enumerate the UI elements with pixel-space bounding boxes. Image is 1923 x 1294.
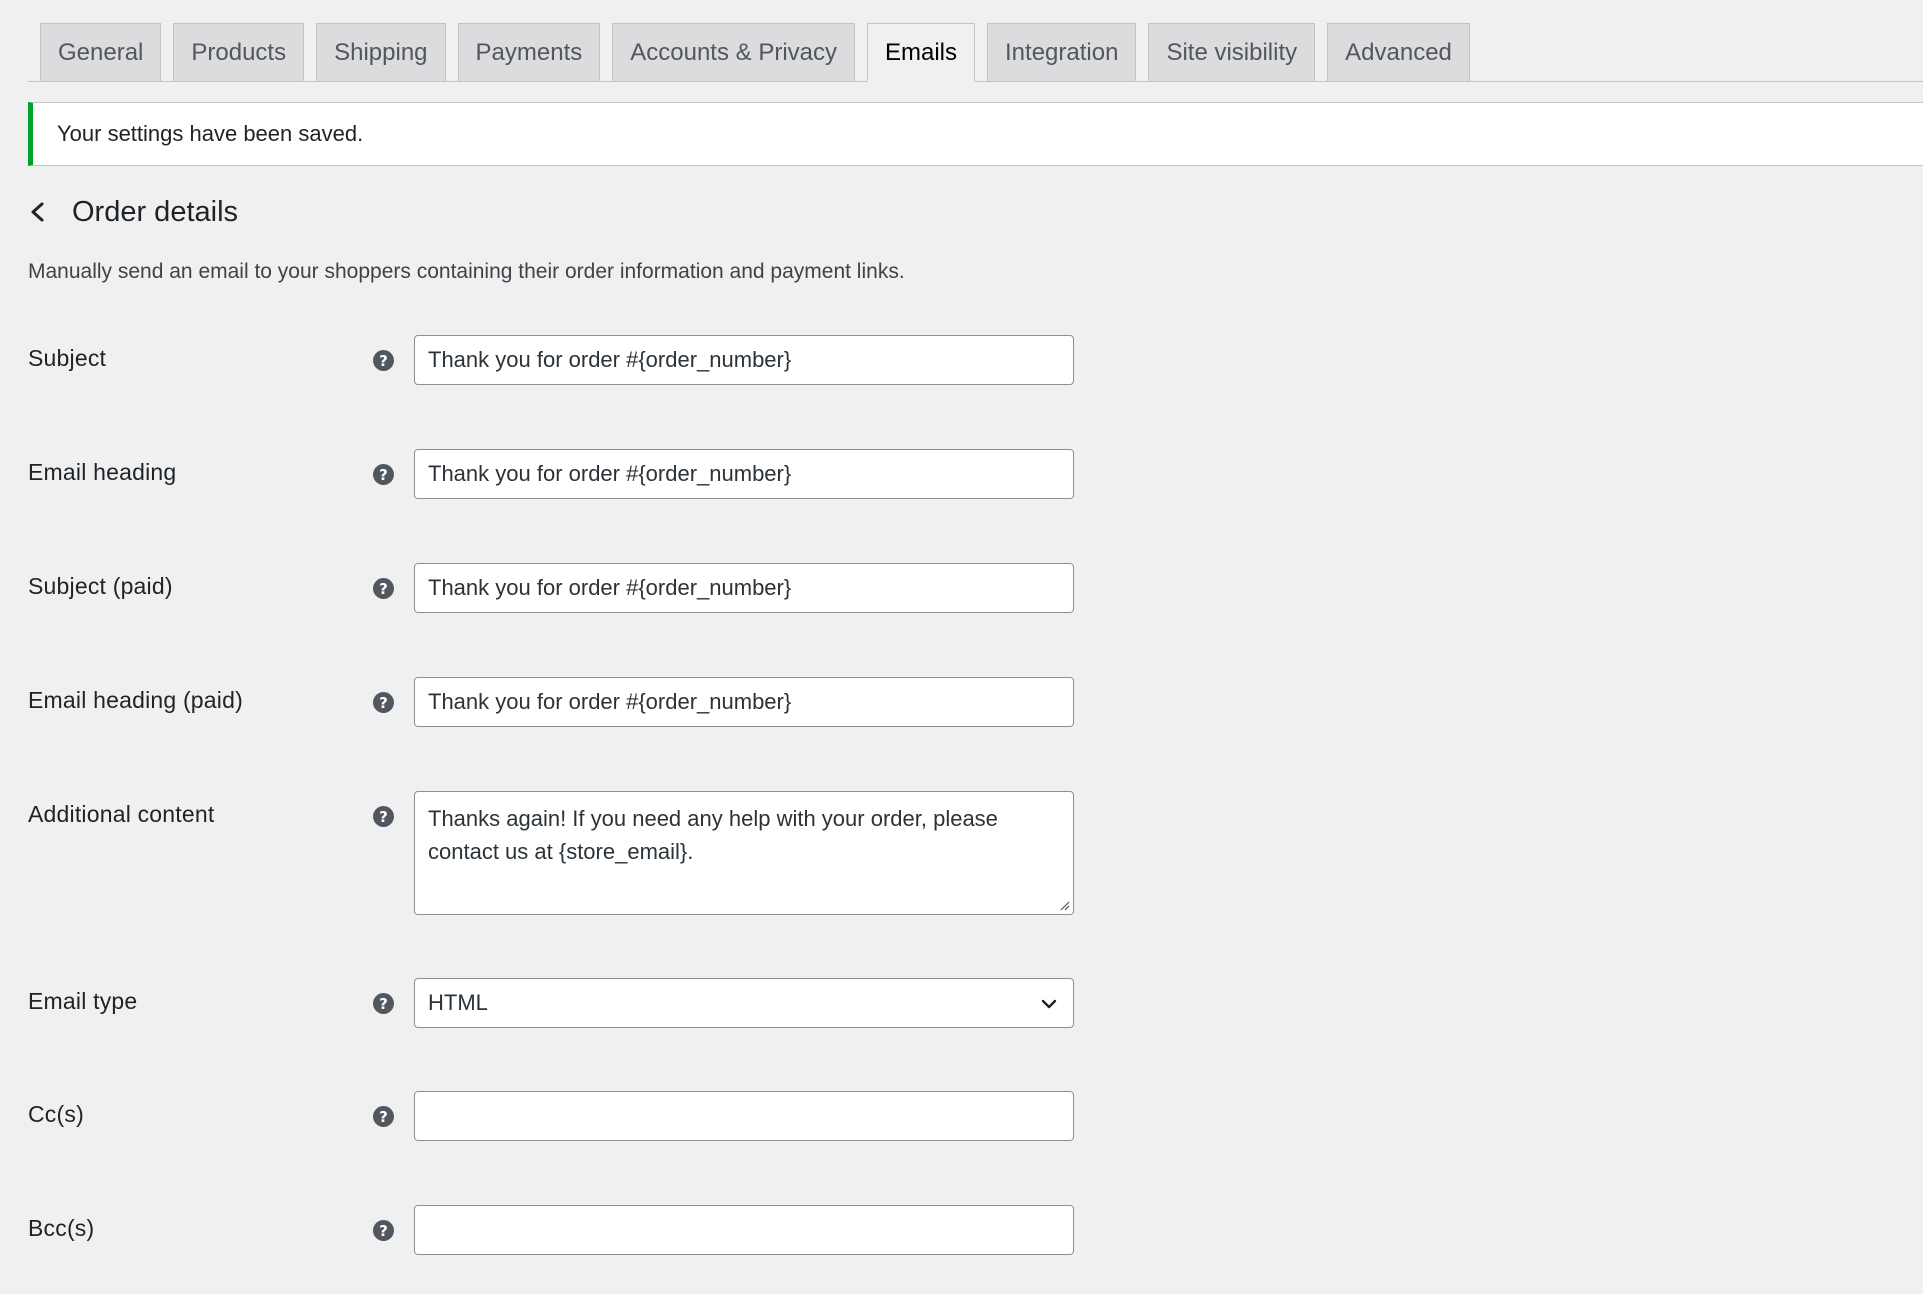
tab-accounts-privacy[interactable]: Accounts & Privacy [612, 23, 855, 81]
resize-handle-icon[interactable] [1060, 901, 1070, 911]
tab-integration[interactable]: Integration [987, 23, 1137, 81]
help-icon[interactable]: ? [373, 578, 394, 599]
help-icon[interactable]: ? [373, 350, 394, 371]
subject-paid-label: Subject (paid) [28, 573, 173, 599]
notice-text: Your settings have been saved. [57, 121, 364, 146]
page-heading: Order details [28, 192, 238, 232]
email-heading-input[interactable] [414, 449, 1074, 499]
email-type-value: HTML [428, 990, 488, 1015]
page-description: Manually send an email to your shoppers … [28, 260, 905, 283]
tab-general[interactable]: General [40, 23, 162, 81]
tab-site-visibility[interactable]: Site visibility [1148, 23, 1316, 81]
page-title: Order details [72, 195, 239, 228]
settings-tabs: General Products Shipping Payments Accou… [28, 22, 1923, 82]
bcc-input[interactable] [414, 1205, 1074, 1255]
settings-page: General Products Shipping Payments Accou… [0, 0, 1923, 1294]
additional-content-textarea[interactable]: Thanks again! If you need any help with … [414, 791, 1074, 915]
additional-content-label: Additional content [28, 801, 215, 827]
subject-input[interactable] [414, 335, 1074, 385]
help-icon[interactable]: ? [373, 1106, 394, 1127]
help-icon[interactable]: ? [373, 993, 394, 1014]
email-heading-paid-label: Email heading (paid) [28, 687, 243, 713]
cc-input[interactable] [414, 1091, 1074, 1141]
chevron-left-icon[interactable] [28, 196, 60, 228]
cc-label: Cc(s) [28, 1101, 84, 1127]
help-icon[interactable]: ? [373, 464, 394, 485]
bcc-label: Bcc(s) [28, 1215, 95, 1241]
email-type-label: Email type [28, 988, 138, 1014]
subject-paid-input[interactable] [414, 563, 1074, 613]
chevron-down-icon [1041, 999, 1057, 1009]
email-type-select[interactable]: HTML [414, 978, 1074, 1028]
email-heading-paid-input[interactable] [414, 677, 1074, 727]
help-icon[interactable]: ? [373, 806, 394, 827]
tab-products[interactable]: Products [173, 23, 305, 81]
success-notice: Your settings have been saved. [28, 102, 1923, 166]
subject-label: Subject [28, 345, 107, 371]
email-heading-label: Email heading [28, 459, 177, 485]
help-icon[interactable]: ? [373, 692, 394, 713]
tab-emails[interactable]: Emails [867, 23, 976, 82]
help-icon[interactable]: ? [373, 1220, 394, 1241]
tab-advanced[interactable]: Advanced [1327, 23, 1470, 81]
tab-payments[interactable]: Payments [457, 23, 601, 81]
tab-shipping[interactable]: Shipping [316, 23, 446, 81]
